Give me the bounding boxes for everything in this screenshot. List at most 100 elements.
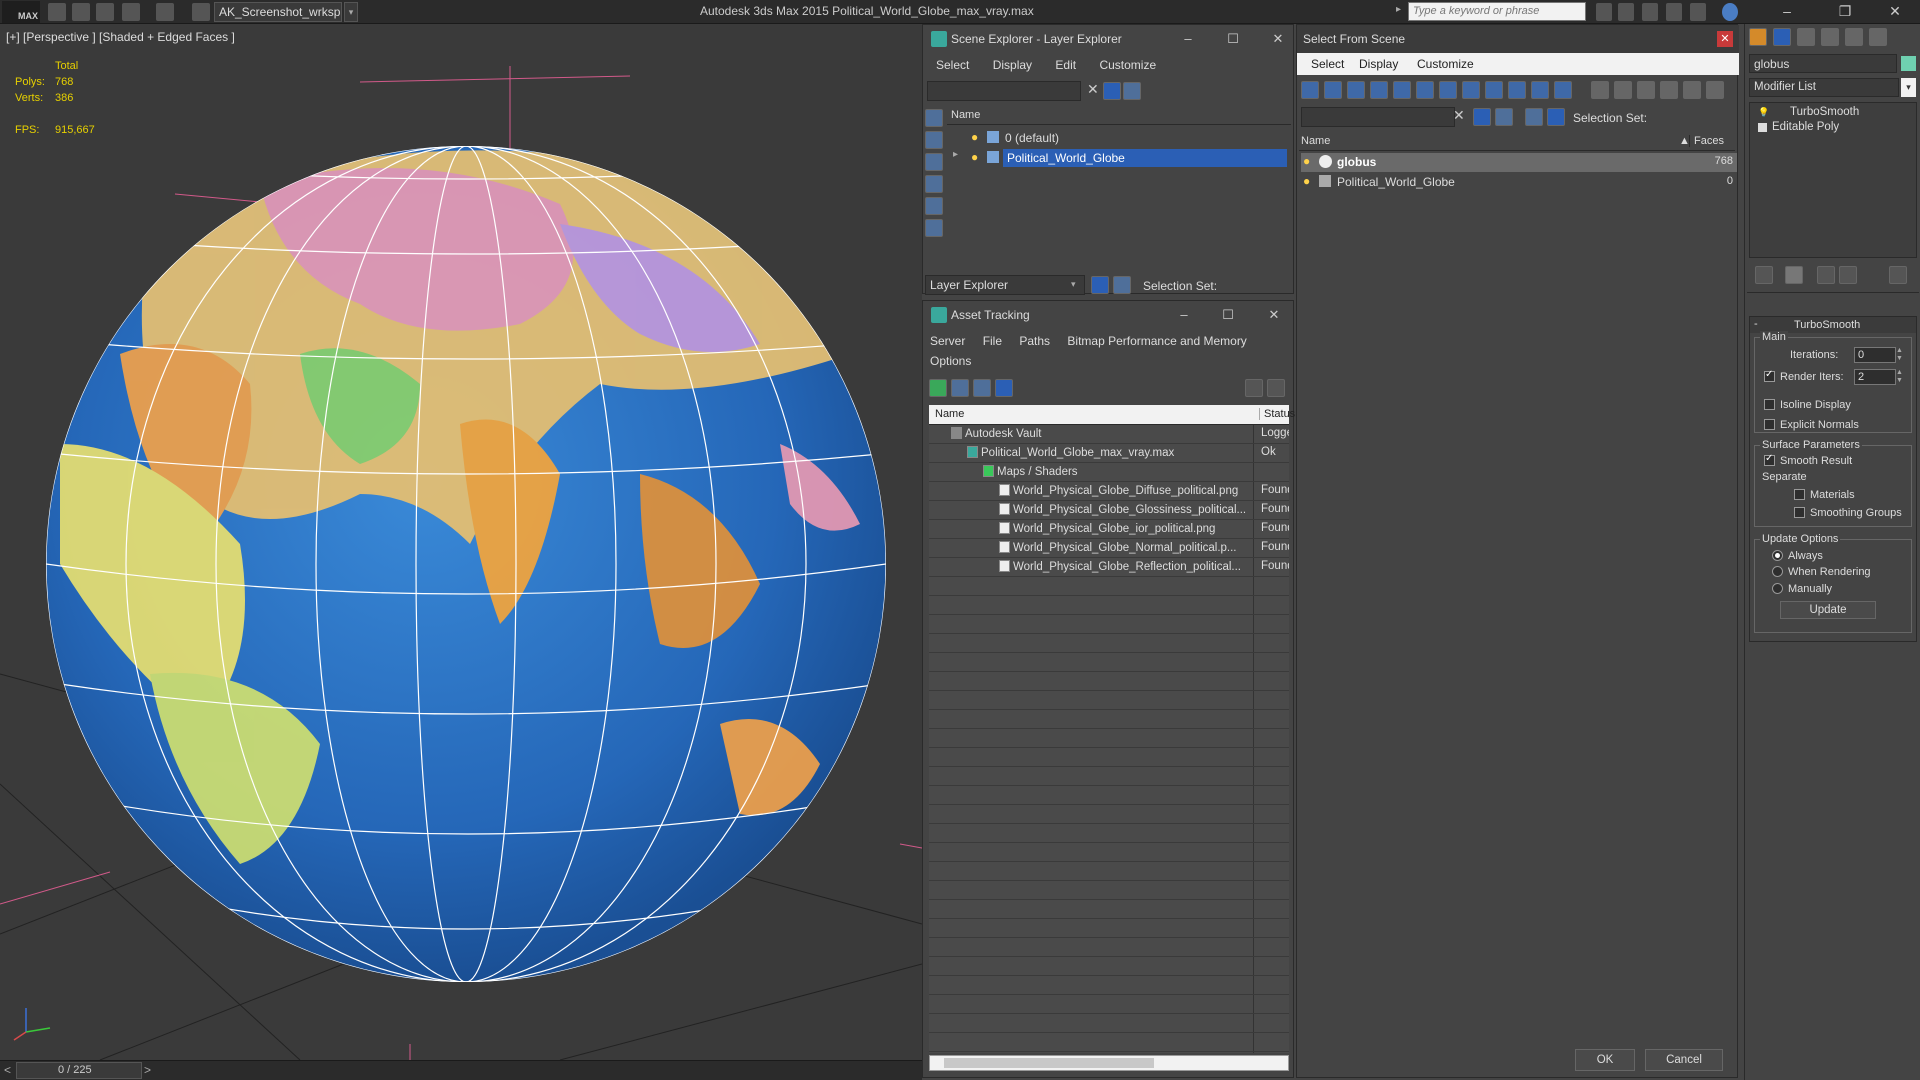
display-shapes-icon[interactable]	[925, 131, 943, 149]
column-header-name[interactable]: Name	[1301, 135, 1330, 147]
spinner-arrows-icon[interactable]: ▲ ▼	[1896, 369, 1903, 385]
menu-server[interactable]: Server	[930, 331, 965, 351]
hierarchy-tab-icon[interactable]	[1797, 28, 1815, 46]
asset-row[interactable]: World_Physical_Globe_Normal_political.p.…	[929, 539, 1289, 558]
search-expand-icon[interactable]: ▸	[1396, 4, 1401, 15]
materials-checkbox[interactable]	[1794, 489, 1805, 500]
filter-geometry-icon[interactable]	[1301, 81, 1319, 99]
utilities-tab-icon[interactable]	[1869, 28, 1887, 46]
binoculars-icon[interactable]	[1596, 3, 1612, 21]
menu-edit[interactable]: Edit	[1055, 55, 1076, 75]
restore-icon[interactable]: ❐	[1822, 0, 1868, 24]
asset-tracking-titlebar[interactable]: Asset Tracking – ☐ ✕	[923, 301, 1293, 329]
filter-select-none-icon[interactable]	[1614, 81, 1632, 99]
iterations-spinner[interactable]: 0	[1854, 347, 1896, 363]
modifier-list-select[interactable]: Modifier List	[1749, 78, 1899, 97]
spinner-arrows-icon[interactable]: ▲ ▼	[1896, 347, 1903, 363]
modifier-turbosmooth[interactable]: TurboSmooth	[1790, 106, 1859, 118]
filter-helpers-icon[interactable]	[1393, 81, 1411, 99]
lightbulb-icon[interactable]: 💡	[1758, 107, 1769, 118]
lightbulb-icon[interactable]: ●	[1303, 174, 1310, 188]
time-slider-prev-button[interactable]: <	[4, 1063, 11, 1077]
filter-bones-icon[interactable]	[1485, 81, 1503, 99]
close-x-icon[interactable]	[1690, 3, 1706, 21]
search-input[interactable]: Type a keyword or phrase	[1408, 2, 1586, 21]
filter-space-warps-icon[interactable]	[1416, 81, 1434, 99]
time-slider-frame[interactable]: 0 / 225	[58, 1064, 92, 1076]
filter-frozen-icon[interactable]	[1531, 81, 1549, 99]
scrollbar-thumb[interactable]	[944, 1058, 1154, 1068]
undo-icon[interactable]	[122, 3, 140, 21]
settings-icon[interactable]	[1267, 379, 1285, 397]
column-header-faces[interactable]: Faces	[1689, 135, 1724, 147]
cancel-button[interactable]: Cancel	[1645, 1049, 1723, 1071]
asset-row[interactable]: World_Physical_Globe_Reflection_politica…	[929, 558, 1289, 577]
clear-search-icon[interactable]: ✕	[1453, 107, 1465, 124]
show-end-result-icon[interactable]	[1785, 266, 1803, 284]
time-slider[interactable]: < 0 / 225 >	[0, 1060, 922, 1080]
workspace-select[interactable]: AK_Screenshot_wrksp	[214, 2, 342, 22]
layer-mode-icon[interactable]	[1525, 108, 1543, 126]
close-icon[interactable]: ✕	[1259, 305, 1289, 325]
filter-hidden-icon[interactable]	[1554, 81, 1572, 99]
filter-filter-icon[interactable]	[1660, 81, 1678, 99]
column-header-status[interactable]: Status	[1259, 408, 1295, 420]
filter-icon[interactable]	[1473, 108, 1491, 126]
motion-tab-icon[interactable]	[1821, 28, 1839, 46]
select-search-input[interactable]	[1301, 107, 1455, 127]
when-rendering-radio[interactable]	[1772, 566, 1783, 577]
lightbulb-icon[interactable]: ●	[1303, 154, 1310, 168]
asset-row[interactable]: World_Physical_Globe_ior_political.png Fo…	[929, 520, 1289, 539]
filter-shapes-icon[interactable]	[1324, 81, 1342, 99]
configure-sets-icon[interactable]	[1889, 266, 1907, 284]
menu-customize[interactable]: Customize	[1417, 57, 1474, 71]
display-lights-icon[interactable]	[925, 153, 943, 171]
always-radio[interactable]	[1772, 550, 1783, 561]
pin-stack-icon[interactable]	[1755, 266, 1773, 284]
options-icon[interactable]	[1123, 82, 1141, 100]
refresh-icon[interactable]	[929, 379, 947, 397]
menu-paths[interactable]: Paths	[1019, 331, 1050, 351]
close-app-icon[interactable]: ✕	[1872, 0, 1918, 24]
star-icon[interactable]	[1666, 3, 1682, 21]
exchange-icon[interactable]	[1642, 3, 1658, 21]
menu-display[interactable]: Display	[993, 55, 1032, 75]
filter-xrefs-icon[interactable]	[1462, 81, 1480, 99]
maximize-icon[interactable]: ☐	[1218, 29, 1248, 49]
options-icon[interactable]	[1495, 108, 1513, 126]
maximize-icon[interactable]: ☐	[1213, 305, 1243, 325]
display-layers-icon[interactable]	[925, 219, 943, 237]
object-row-political-world-globe[interactable]: ● Political_World_Globe 0	[1301, 173, 1737, 192]
perspective-viewport[interactable]: [+] [Perspective ] [Shaded + Edged Faces…	[0, 24, 922, 1060]
make-unique-icon[interactable]	[1817, 266, 1835, 284]
display-tab-icon[interactable]	[1845, 28, 1863, 46]
asset-row[interactable]: Political_World_Globe_max_vray.max Ok	[929, 444, 1289, 463]
clear-search-icon[interactable]: ✕	[1087, 81, 1099, 98]
filter-containers-icon[interactable]	[1508, 81, 1526, 99]
manually-radio[interactable]	[1772, 583, 1783, 594]
object-color-swatch[interactable]	[1901, 56, 1916, 71]
minimize-icon[interactable]: –	[1764, 0, 1810, 24]
object-name-input[interactable]: globus	[1749, 54, 1897, 73]
thumbnail-view-icon[interactable]	[973, 379, 991, 397]
filter-select-all-icon[interactable]	[1591, 81, 1609, 99]
expand-arrow-icon[interactable]: ▸	[953, 149, 958, 160]
filter-lights-icon[interactable]	[1347, 81, 1365, 99]
render-iters-checkbox[interactable]	[1764, 369, 1775, 382]
tools-icon[interactable]	[1618, 3, 1634, 21]
help-icon[interactable]	[1722, 3, 1738, 21]
close-icon[interactable]: ✕	[1263, 29, 1293, 49]
layer-row-political-world-globe[interactable]: ● Political_World_Globe	[967, 149, 1287, 167]
scene-explorer-titlebar[interactable]: Scene Explorer - Layer Explorer – ☐ ✕	[923, 25, 1293, 53]
save-icon[interactable]	[96, 3, 114, 21]
time-slider-next-button[interactable]: >	[144, 1063, 151, 1077]
menu-display[interactable]: Display	[1359, 57, 1398, 71]
lightbulb-icon[interactable]: ●	[971, 130, 978, 144]
display-geometry-icon[interactable]	[925, 109, 943, 127]
object-row-globus[interactable]: ● globus 768	[1301, 153, 1737, 172]
modify-tab-icon[interactable]	[1773, 28, 1791, 46]
update-button[interactable]: Update	[1780, 601, 1876, 619]
menu-options[interactable]: Options	[930, 351, 971, 371]
modifier-editable-poly[interactable]: Editable Poly	[1772, 121, 1839, 133]
render-iters-spinner[interactable]: 2	[1854, 369, 1896, 385]
